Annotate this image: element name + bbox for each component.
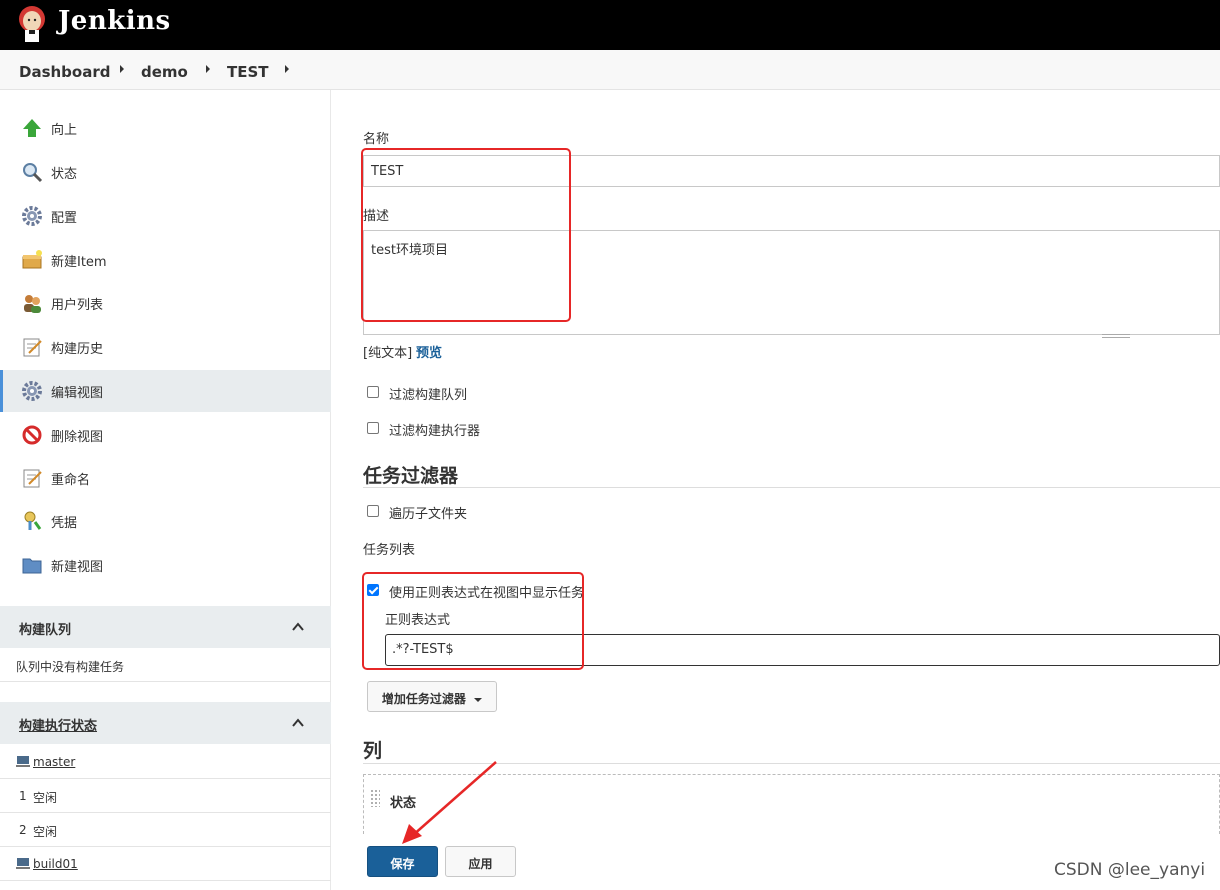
divider — [363, 487, 1220, 488]
brand-title[interactable]: Jenkins — [58, 6, 171, 36]
filter-executors-checkbox[interactable] — [367, 422, 379, 434]
sidebar-item-edit-view[interactable]: 编辑视图 — [0, 370, 331, 412]
filter-queue-checkbox[interactable] — [367, 386, 379, 398]
caret-down-icon — [474, 697, 483, 702]
recurse-checkbox[interactable] — [367, 505, 379, 517]
annotation-arrow-icon — [402, 761, 497, 844]
sidebar-item-up[interactable]: 向上 — [0, 107, 331, 149]
sidebar-item-label: 新建视图 — [51, 560, 104, 575]
users-icon — [24, 295, 41, 313]
regex-input[interactable]: .*?-TEST$ — [385, 634, 1220, 666]
apply-button[interactable]: 应用 — [445, 846, 516, 877]
watermark: CSDN @lee_yanyi — [1054, 860, 1206, 880]
breadcrumb: Dashboard demo TEST — [0, 50, 1220, 90]
sidebar-item-label: 配置 — [51, 211, 78, 226]
executors-header: 构建执行状态 — [0, 702, 331, 744]
executor-slot: 2 空闲 — [0, 813, 331, 847]
executor-number: 2 — [19, 823, 27, 837]
gear-icon — [22, 206, 42, 226]
chevron-up-icon[interactable] — [292, 621, 304, 633]
add-job-filter-label: 增加任务过滤器 — [381, 692, 466, 706]
breadcrumb-chevron-icon[interactable] — [285, 65, 289, 73]
main-content: 名称 TEST 描述 test环境项目 [纯文本] 预览 过滤构建队列 过滤构建… — [332, 90, 1220, 890]
name-input[interactable]: TEST — [363, 155, 1220, 187]
sidebar-item-people[interactable]: 用户列表 — [0, 282, 331, 324]
use-regex-label: 使用正则表达式在视图中显示任务 — [389, 586, 585, 601]
computer-icon — [16, 858, 30, 869]
use-regex-checkbox[interactable] — [367, 584, 379, 596]
build-queue-empty: 队列中没有构建任务 — [0, 648, 331, 682]
regex-label: 正则表达式 — [385, 613, 451, 628]
filter-executors-label: 过滤构建执行器 — [389, 424, 481, 439]
sidebar-item-label: 向上 — [51, 123, 78, 138]
save-button[interactable]: 保存 — [367, 846, 438, 877]
job-list-label: 任务列表 — [363, 543, 416, 558]
sidebar-item-label: 新建Item — [51, 255, 107, 270]
recurse-label: 遍历子文件夹 — [389, 507, 468, 522]
sidebar-item-label: 凭据 — [51, 516, 78, 531]
sidebar-item-status[interactable]: 状态 — [0, 151, 331, 193]
jenkins-logo-icon[interactable] — [16, 4, 48, 44]
filter-queue-label: 过滤构建队列 — [389, 388, 468, 403]
sidebar-item-credentials[interactable]: 凭据 — [0, 500, 331, 542]
columns-heading: 列 — [363, 740, 383, 762]
executor-node-name[interactable]: master — [33, 755, 75, 769]
executor-node-name[interactable]: build01 — [33, 857, 78, 871]
sidebar-item-label: 重命名 — [51, 473, 91, 488]
add-job-filter-button[interactable]: 增加任务过滤器 — [367, 681, 497, 712]
folder-icon — [22, 558, 42, 574]
keys-icon — [24, 511, 42, 530]
plain-text-note: [纯文本] — [363, 346, 413, 361]
up-arrow-icon — [23, 119, 41, 137]
breadcrumb-test[interactable]: TEST — [227, 63, 269, 81]
notepad-icon — [23, 469, 42, 488]
build-queue-header: 构建队列 — [0, 606, 331, 648]
executor-number: 1 — [19, 789, 27, 803]
magnifier-icon — [23, 163, 43, 183]
sidebar-item-new-item[interactable]: 新建Item — [0, 239, 331, 281]
top-bar: Jenkins — [0, 0, 1220, 50]
sidebar-item-label: 构建历史 — [51, 342, 104, 357]
notepad-icon — [23, 338, 42, 357]
breadcrumb-dashboard[interactable]: Dashboard — [19, 63, 110, 81]
sidebar-item-label: 编辑视图 — [51, 386, 104, 401]
no-entry-icon — [22, 425, 42, 445]
description-textarea[interactable]: test环境项目 — [363, 230, 1220, 335]
sidebar: 向上 状态 配置 新建Item 用户列表 构建历史 编辑视图 删除视图 重命名 … — [0, 90, 331, 890]
job-filters-heading: 任务过滤器 — [363, 465, 459, 487]
drag-handle-icon[interactable] — [370, 789, 380, 807]
breadcrumb-chevron-icon[interactable] — [206, 65, 210, 73]
executor-status: 空闲 — [33, 825, 58, 839]
build-queue-title[interactable]: 构建队列 — [19, 619, 71, 638]
sidebar-item-build-history[interactable]: 构建历史 — [0, 326, 331, 368]
new-item-box-icon — [22, 250, 42, 269]
build-queue-empty-text: 队列中没有构建任务 — [16, 660, 125, 674]
breadcrumb-chevron-icon[interactable] — [120, 65, 124, 73]
preview-link[interactable]: 预览 — [416, 342, 442, 361]
executor-slot: 1 空闲 — [0, 779, 331, 813]
chevron-up-icon[interactable] — [292, 717, 304, 729]
sidebar-item-configure[interactable]: 配置 — [0, 195, 331, 237]
executors-title[interactable]: 构建执行状态 — [19, 715, 97, 734]
description-label: 描述 — [363, 209, 390, 224]
resize-grip-icon[interactable] — [1102, 334, 1130, 338]
sidebar-item-label: 状态 — [51, 167, 78, 182]
computer-icon — [16, 756, 30, 767]
executor-status: 空闲 — [33, 791, 58, 805]
sidebar-item-label: 用户列表 — [51, 298, 104, 313]
sidebar-item-rename[interactable]: 重命名 — [0, 457, 331, 499]
sidebar-item-delete-view[interactable]: 删除视图 — [0, 414, 331, 456]
sidebar-item-new-view[interactable]: 新建视图 — [0, 544, 331, 586]
sidebar-item-label: 删除视图 — [51, 430, 104, 445]
executor-node-master[interactable]: master — [0, 745, 331, 779]
gear-icon — [22, 381, 42, 401]
executor-node-build01[interactable]: build01 — [0, 847, 331, 881]
breadcrumb-demo[interactable]: demo — [141, 63, 188, 81]
name-label: 名称 — [363, 132, 390, 147]
